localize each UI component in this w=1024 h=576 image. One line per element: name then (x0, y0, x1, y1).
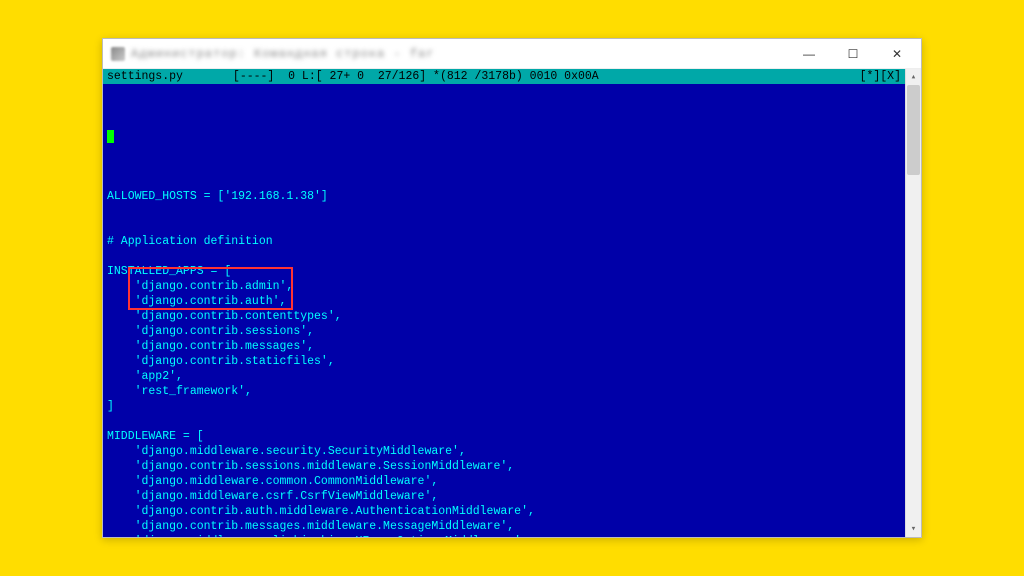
titlebar: Администратор: Командная строка - far — … (103, 39, 921, 69)
scroll-up-icon[interactable]: ▴ (906, 69, 921, 85)
cursor (107, 130, 114, 143)
minimize-button[interactable]: — (787, 40, 831, 68)
code-line: MIDDLEWARE = [ (107, 429, 901, 444)
code-line (107, 249, 901, 264)
code-line: 'django.contrib.sessions', (107, 324, 901, 339)
titlebar-left: Администратор: Командная строка - far (111, 47, 434, 61)
editor-area[interactable]: ALLOWED_HOSTS = ['192.168.1.38'] # Applic… (103, 84, 905, 537)
editor-statusline: settings.py [----] 0 L:[ 27+ 0 27/126] *… (103, 69, 905, 84)
code-line: 'django.contrib.auth.middleware.Authenti… (107, 504, 901, 519)
maximize-button[interactable]: ☐ (831, 40, 875, 68)
terminal: settings.py [----] 0 L:[ 27+ 0 27/126] *… (103, 69, 921, 537)
app-window: Администратор: Командная строка - far — … (102, 38, 922, 538)
code-line: 'django.middleware.common.CommonMiddlewa… (107, 474, 901, 489)
code-line (107, 414, 901, 429)
close-button[interactable]: ✕ (875, 40, 919, 68)
app-icon (111, 47, 125, 61)
code-line: ALLOWED_HOSTS = ['192.168.1.38'] (107, 189, 901, 204)
scroll-track[interactable] (906, 85, 921, 521)
code-line: 'django.contrib.admin', (107, 279, 901, 294)
code-line (107, 129, 901, 144)
code-line: 'django.middleware.clickjacking.XFrameOp… (107, 534, 901, 537)
status-right: [*][X] (860, 69, 901, 84)
scroll-down-icon[interactable]: ▾ (906, 521, 921, 537)
scrollbar[interactable]: ▴ ▾ (905, 69, 921, 537)
code-line: 'django.contrib.auth', (107, 294, 901, 309)
code-line: 'app2', (107, 369, 901, 384)
code-line: 'django.contrib.contenttypes', (107, 309, 901, 324)
code-line: 'django.middleware.csrf.CsrfViewMiddlewa… (107, 489, 901, 504)
code-line: 'django.contrib.messages', (107, 339, 901, 354)
window-title: Администратор: Командная строка - far (131, 47, 434, 61)
window-controls: — ☐ ✕ (787, 40, 919, 68)
code-line: # Application definition (107, 234, 901, 249)
status-info: [----] 0 L:[ 27+ 0 27/126] *(812 /3178b)… (233, 69, 860, 84)
code-line: ] (107, 399, 901, 414)
code-line (107, 204, 901, 219)
status-filename: settings.py (107, 69, 183, 84)
code-line: 'django.contrib.messages.middleware.Mess… (107, 519, 901, 534)
code-line: 'django.middleware.security.SecurityMidd… (107, 444, 901, 459)
code-line: 'django.contrib.staticfiles', (107, 354, 901, 369)
code-line: INSTALLED_APPS = [ (107, 264, 901, 279)
code-line: 'rest_framework', (107, 384, 901, 399)
terminal-inner: settings.py [----] 0 L:[ 27+ 0 27/126] *… (103, 69, 905, 537)
scroll-thumb[interactable] (907, 85, 920, 175)
code-line: 'django.contrib.sessions.middleware.Sess… (107, 459, 901, 474)
code-line (107, 219, 901, 234)
